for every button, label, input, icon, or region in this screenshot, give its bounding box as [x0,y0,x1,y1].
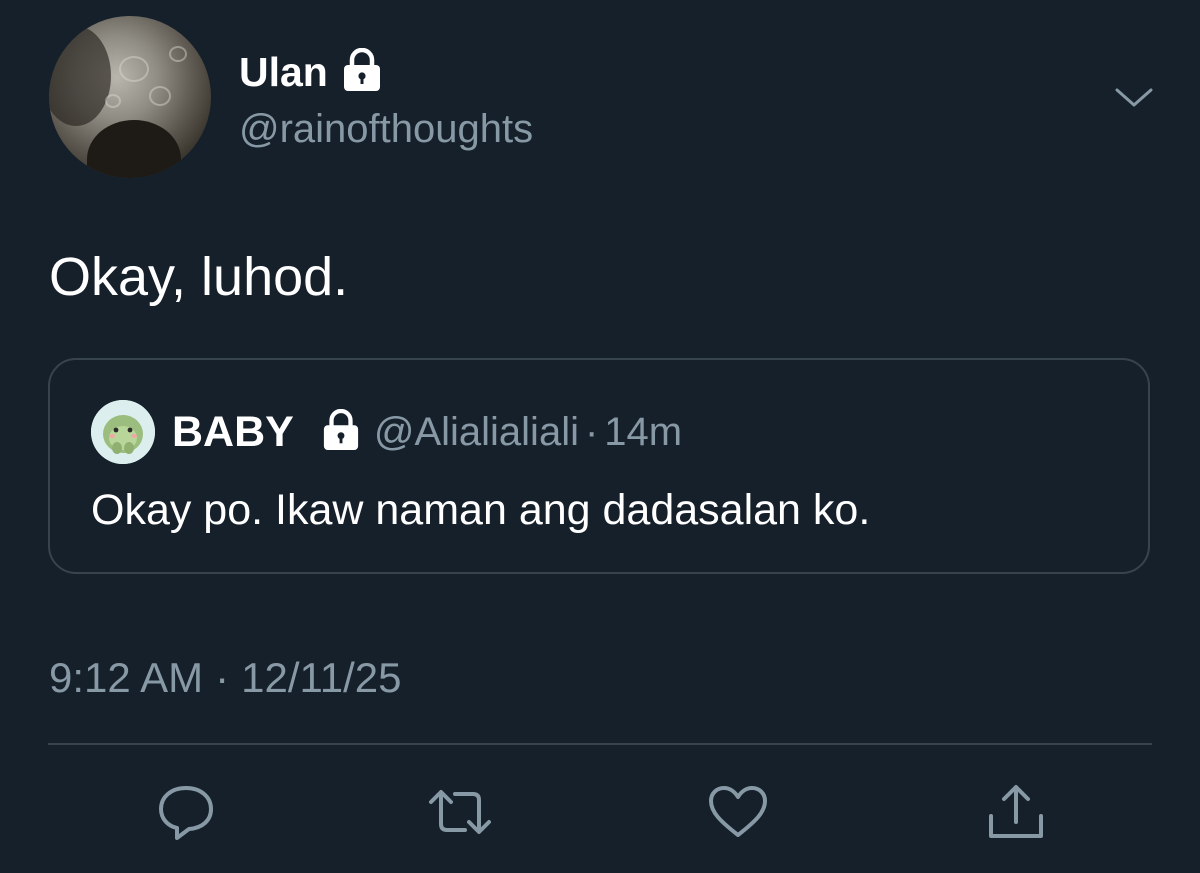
heart-icon [706,783,770,846]
quoted-author-row: BABY @Alialialiali · 14m [172,404,682,460]
separator-dot: · [584,409,599,454]
like-button[interactable] [706,784,770,844]
tweet-time: 9:12 AM [49,654,204,701]
chevron-down-icon[interactable] [1114,86,1154,110]
separator-dot: · [215,654,230,701]
share-button[interactable] [984,784,1048,844]
reply-button[interactable] [154,784,218,844]
tweet-date: 12/11/25 [241,654,402,701]
author-display-name[interactable]: Ulan [239,46,328,98]
reply-icon [155,782,217,847]
quoted-tweet-time: 14m [604,409,683,454]
author-name-row: Ulan [239,46,382,98]
retweet-button[interactable] [428,784,492,844]
quoted-tweet-text: Okay po. Ikaw naman ang dadasalan ko. [91,486,871,534]
retweet-icon [425,782,495,847]
divider [48,743,1152,745]
lock-icon [342,47,382,97]
author-avatar[interactable] [49,16,211,178]
quoted-author-display-name: BABY [172,407,294,456]
tweet-detail-view: Ulan @rainofthoughts Okay, luhod. BABY @… [0,0,1200,873]
tweet-text: Okay, luhod. [49,247,349,307]
quoted-author-handle: @Alialialiali [373,409,579,454]
share-icon [985,782,1047,847]
author-handle[interactable]: @rainofthoughts [239,104,533,154]
tweet-timestamp-row: 9:12 AM · 12/11/25 [49,652,401,704]
quoted-tweet-card[interactable]: BABY @Alialialiali · 14m Okay po. Ikaw n… [48,358,1150,574]
lock-icon [322,408,360,456]
quoted-author-avatar [91,400,155,464]
